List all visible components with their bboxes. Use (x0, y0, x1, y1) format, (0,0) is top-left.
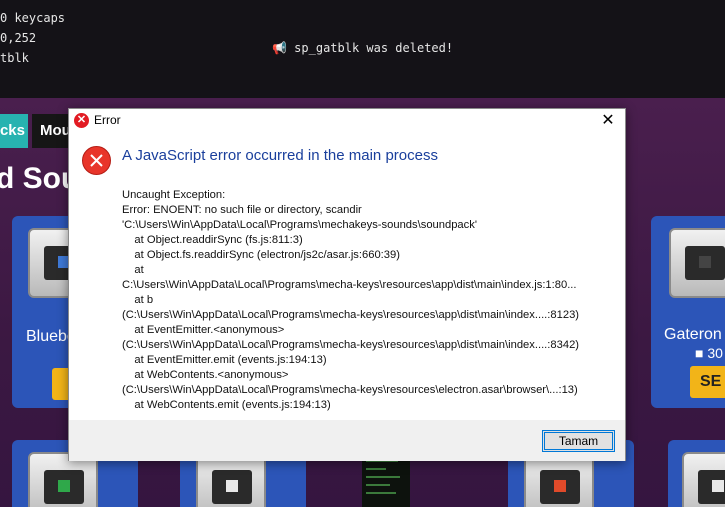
terminal-output: 0 keycaps 0,252 tblk 📢 sp_gatblk was del… (0, 0, 725, 98)
dialog-footer: Tamam (69, 420, 625, 461)
error-dialog: ✕ Error ✕ A JavaScript error occurred in… (68, 108, 626, 461)
error-line: C:\Users\Win\AppData\Local\Programs\mech… (122, 279, 577, 291)
tab-packs[interactable]: cks (0, 114, 28, 148)
keycap-icon (669, 228, 725, 298)
terminal-line: 0,252 (0, 31, 37, 45)
sound-card[interactable]: Gateron ■ 30 SE (651, 216, 725, 408)
error-line: at EventEmitter.<anonymous> (122, 324, 285, 336)
dialog-titlebar: ✕ Error ✕ (69, 109, 625, 133)
error-line: (C:\Users\Win\AppData\Local\Programs\mec… (122, 339, 580, 351)
card-name: Gateron (664, 326, 722, 343)
error-line: at Object.readdirSync (fs.js:811:3) (122, 234, 303, 246)
error-line: (C:\Users\Win\AppData\Local\Programs\mec… (122, 309, 580, 321)
tab-mouse[interactable]: Mou (32, 114, 72, 148)
dialog-title: Error (94, 113, 121, 127)
tab-label: cks (0, 122, 25, 139)
card-count-value: 30 (707, 345, 723, 361)
terminal-line: 0 keycaps (0, 11, 66, 25)
error-line: 'C:\Users\Win\AppData\Local\Programs\mec… (122, 219, 477, 231)
error-line: at (122, 264, 144, 276)
card-count: ■ 30 (695, 345, 723, 361)
error-line: (C:\Users\Win\AppData\Local\Programs\mec… (122, 384, 578, 396)
error-line: at EventEmitter.emit (events.js:194:13) (122, 354, 327, 366)
keycap-icon (682, 452, 725, 507)
close-button[interactable]: ✕ (591, 109, 625, 133)
error-line: Error: ENOENT: no such file or directory… (122, 204, 362, 216)
sound-card[interactable] (668, 440, 725, 507)
error-details: Uncaught Exception: Error: ENOENT: no su… (122, 180, 622, 413)
switch-image (685, 246, 725, 280)
terminal-line: tblk (0, 51, 29, 65)
error-line: at WebContents.emit (events.js:194:13) (122, 399, 331, 411)
error-icon: ✕ (74, 113, 89, 128)
close-icon: ✕ (601, 112, 615, 129)
ok-button[interactable]: Tamam (542, 430, 615, 452)
error-icon (82, 146, 111, 175)
error-heading: A JavaScript error occurred in the main … (122, 147, 438, 164)
error-line: at Object.fs.readdirSync (electron/js2c/… (122, 249, 400, 261)
error-line: at WebContents.<anonymous> (122, 369, 289, 381)
error-line: Uncaught Exception: (122, 189, 226, 201)
set-button[interactable]: SE (690, 366, 725, 398)
terminal-delete-message: 📢 sp_gatblk was deleted! (272, 41, 454, 55)
error-line: at b (122, 294, 154, 306)
